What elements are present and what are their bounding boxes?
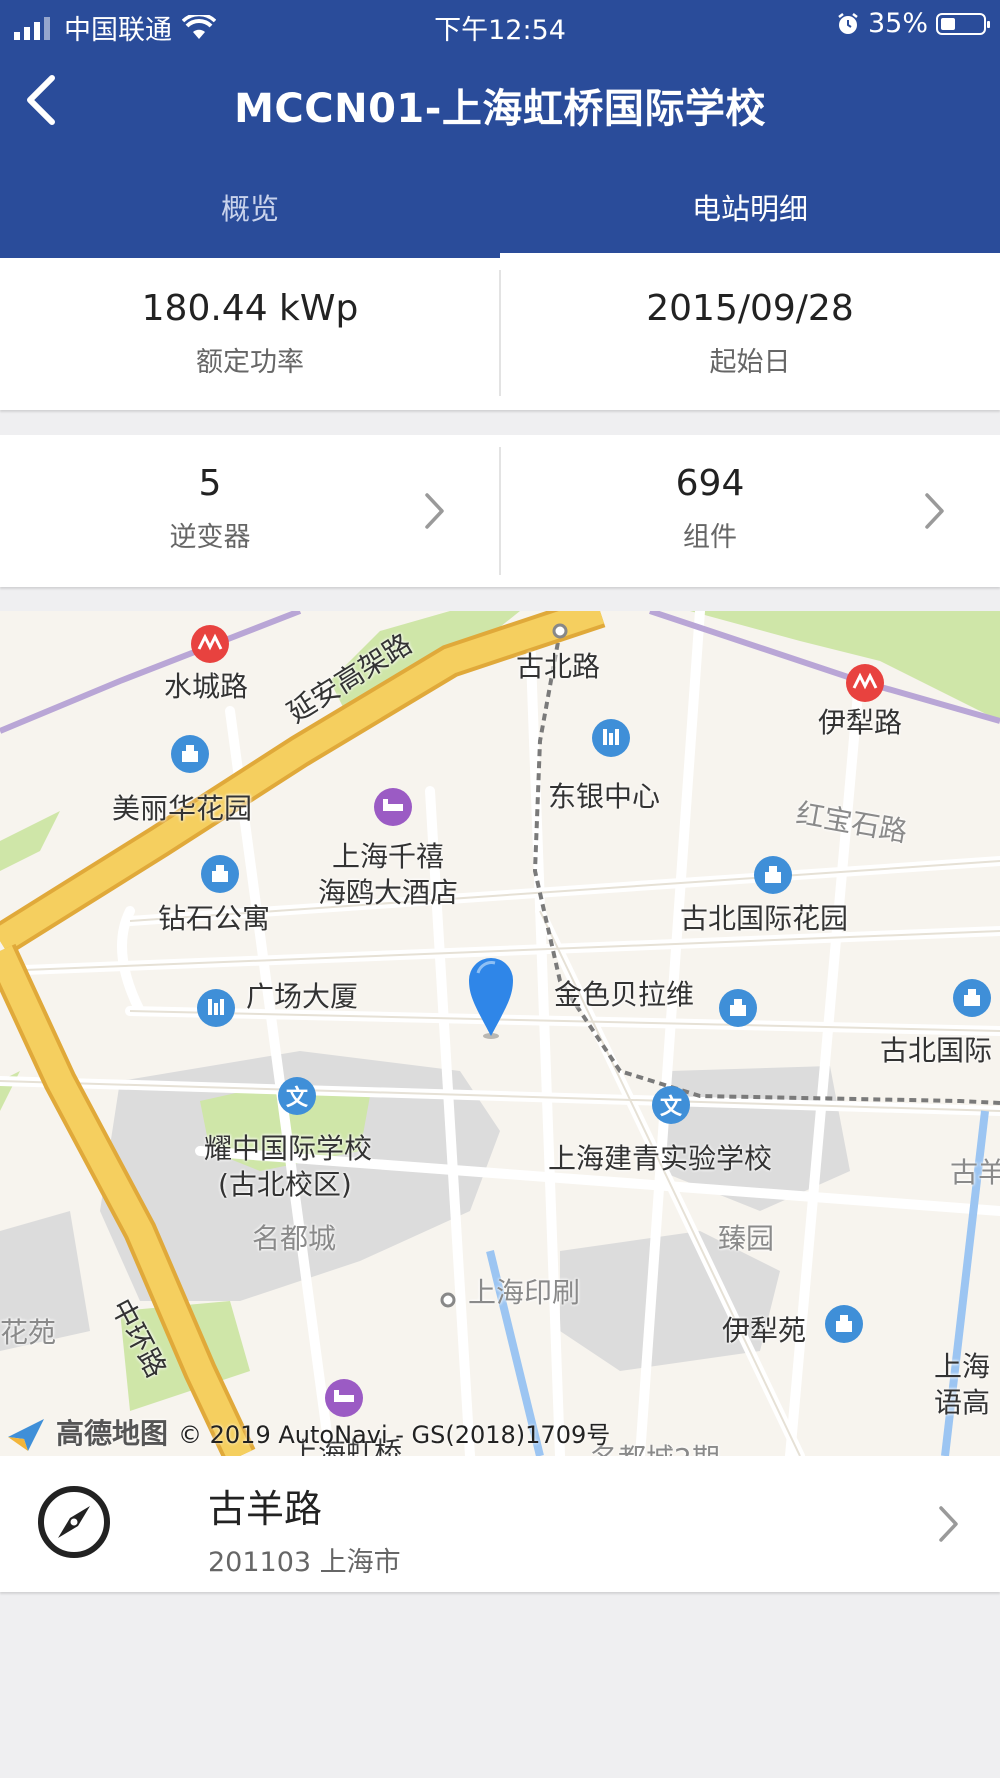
map-label: 花苑 <box>0 1316 57 1349</box>
start-date-label: 起始日 <box>709 347 791 378</box>
location-pin-icon[interactable] <box>469 958 513 1039</box>
map-label: 上海千禧 <box>332 840 445 873</box>
status-bar: 中国联通 下午12:54 35% <box>0 0 1000 48</box>
page-title: MCCN01-上海虹桥国际学校 <box>234 86 766 132</box>
map-label: 古北国际花园 <box>680 902 849 935</box>
map-label: 耀中国际学校 <box>204 1132 373 1165</box>
map-label: 臻园 <box>718 1222 775 1255</box>
map-label: 东银中心 <box>548 780 661 813</box>
map-label: 古北国际 <box>880 1034 993 1067</box>
modules-label: 组件 <box>683 522 737 553</box>
map-label: 广场大厦 <box>246 980 359 1013</box>
battery-icon <box>936 12 990 35</box>
inverters-row[interactable]: 5 逆变器 <box>0 435 500 587</box>
chevron-right-icon <box>939 1506 958 1542</box>
tab-overview[interactable]: 概览 <box>0 160 500 258</box>
svg-text:文: 文 <box>286 1085 309 1111</box>
summary-card: 180.44 kWp 额定功率 2015/09/28 起始日 <box>0 258 1000 410</box>
tab-overview-label: 概览 <box>220 192 279 226</box>
devices-card: 5 逆变器 694 组件 <box>0 435 1000 587</box>
chevron-right-icon <box>925 493 944 529</box>
map-label: 名都城 <box>252 1222 337 1255</box>
tab-bar: 概览 电站明细 <box>0 160 1000 258</box>
map-label: 上海 <box>934 1350 991 1383</box>
modules-row[interactable]: 694 组件 <box>500 435 1000 587</box>
navbar: MCCN01-上海虹桥国际学校 <box>0 60 1000 140</box>
map-label: 古羊 <box>950 1156 1000 1189</box>
inverters-count: 5 <box>198 463 222 504</box>
rated-power-value: 180.44 kWp <box>141 288 359 329</box>
map-view[interactable]: 文 文 水城路 古北路 伊犁路 延安高架路 美丽华花园 东银中心 红宝石路 上海… <box>0 611 1000 1456</box>
map-label: 美丽华花园 <box>112 792 253 825</box>
map-brand: 高德地图 <box>56 1417 169 1450</box>
map-label: 上海建青实验学校 <box>548 1142 773 1175</box>
inverters-label: 逆变器 <box>169 522 251 553</box>
map-label: 伊犁苑 <box>722 1314 807 1347</box>
map-label: 语高 <box>934 1386 991 1419</box>
address-name: 古羊路 <box>208 1487 323 1531</box>
header: 中国联通 下午12:54 35% MCCN01-上海虹桥国际学校 概览 电站明细 <box>0 0 1000 258</box>
back-button[interactable] <box>10 68 70 132</box>
map-label: (古北校区) <box>218 1168 352 1201</box>
map-attribution: 高德地图 © 2019 AutoNavi - GS(2018)1709号 <box>6 1412 610 1452</box>
map-label: 上海印刷 <box>468 1276 581 1309</box>
map-copyright: © 2019 AutoNavi - GS(2018)1709号 <box>178 1420 611 1449</box>
chevron-left-icon <box>27 75 55 125</box>
tab-station-detail-label: 电站明细 <box>691 192 808 226</box>
start-date-stat: 2015/09/28 起始日 <box>500 258 1000 410</box>
map-label: 伊犁路 <box>818 706 903 739</box>
tab-station-detail[interactable]: 电站明细 <box>500 160 1000 258</box>
hotel-icon <box>374 788 412 826</box>
rated-power-label: 额定功率 <box>196 347 304 378</box>
address-row[interactable]: 古羊路 201103 上海市 <box>0 1456 1000 1592</box>
map-label: 古北路 <box>516 650 601 683</box>
map-label: 钻石公寓 <box>158 902 271 935</box>
start-date-value: 2015/09/28 <box>646 288 854 329</box>
battery-percent: 35% <box>867 8 928 39</box>
chevron-right-icon <box>425 493 444 529</box>
map-label: 海鸥大酒店 <box>318 876 459 909</box>
alarm-icon <box>838 12 858 34</box>
map-label: 水城路 <box>164 670 249 703</box>
modules-count: 694 <box>675 463 745 504</box>
compass-icon <box>38 1486 110 1558</box>
metro-station-icon <box>191 625 229 663</box>
rated-power-stat: 180.44 kWp 额定功率 <box>0 258 500 410</box>
metro-station-icon <box>846 664 884 702</box>
address-postal: 201103 上海市 <box>208 1547 401 1578</box>
svg-text:文: 文 <box>660 1094 683 1120</box>
map-label: 金色贝拉维 <box>554 978 695 1011</box>
